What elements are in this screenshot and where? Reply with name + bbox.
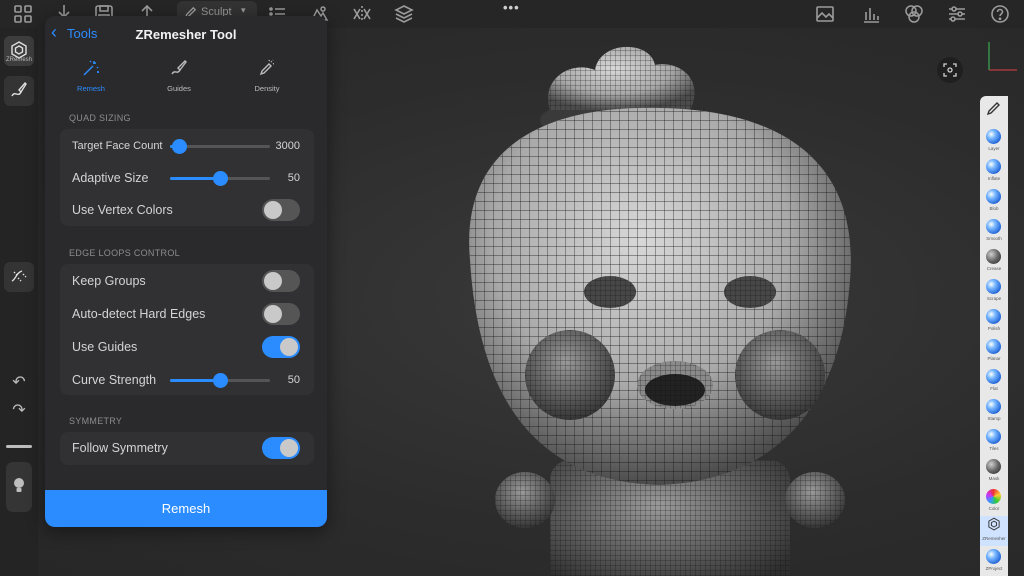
slider-knob[interactable] (213, 171, 228, 186)
curve-strength-value: 50 (287, 374, 300, 386)
grid-icon[interactable] (12, 3, 34, 25)
app-window: Sculpt ▾ ••• ZRemesh ↶ ↷ Layer Inflate B… (0, 0, 1024, 576)
color-wheel-icon[interactable] (903, 3, 925, 25)
target-face-count-label: Target Face Count (72, 140, 163, 152)
3d-mesh-model[interactable] (430, 30, 890, 576)
left-tool-rail: ZRemesh ↶ ↷ (0, 28, 38, 576)
image-icon[interactable] (814, 3, 836, 25)
auto-detect-row: Auto-detect Hard Edges (60, 298, 314, 330)
target-face-count-value: 3000 (275, 140, 300, 152)
help-icon[interactable] (989, 3, 1011, 25)
slider-knob[interactable] (172, 139, 187, 154)
use-guides-label: Use Guides (72, 340, 138, 354)
brush-polish[interactable]: Polish (980, 306, 1008, 336)
tab-guides-label: Guides (167, 84, 191, 93)
more-options[interactable]: ••• (503, 0, 520, 15)
focus-frame-icon (943, 63, 957, 77)
section-symmetry: SYMMETRY (69, 416, 123, 426)
tab-guides[interactable]: Guides (144, 58, 214, 98)
tab-remesh[interactable]: Remesh (56, 58, 126, 98)
target-face-count-slider[interactable] (170, 139, 270, 154)
use-vertex-colors-label: Use Vertex Colors (72, 203, 173, 217)
adaptive-size-value: 50 (287, 172, 300, 184)
guides-pen-icon (171, 60, 187, 75)
brush-blob[interactable]: Blob (980, 186, 1008, 216)
pen-curve-icon (11, 81, 27, 97)
light-button[interactable] (6, 462, 32, 512)
stats-icon[interactable] (860, 3, 882, 25)
undo-icon[interactable]: ↶ (9, 372, 29, 391)
use-guides-toggle[interactable] (262, 336, 300, 358)
guide-curve-icon (11, 270, 27, 282)
brush-stamp[interactable]: Stamp (980, 396, 1008, 426)
section-quad-sizing: QUAD SIZING (69, 113, 131, 123)
brush-smooth[interactable]: Smooth (980, 216, 1008, 246)
follow-symmetry-row: Follow Symmetry (60, 432, 314, 464)
keep-groups-row: Keep Groups (60, 265, 314, 297)
panel-header: ‹ Tools ZRemesher Tool (45, 16, 327, 50)
adaptive-size-slider[interactable] (170, 171, 270, 186)
curve-strength-label: Curve Strength (72, 373, 157, 387)
redo-icon[interactable]: ↷ (9, 400, 29, 419)
symmetry-icon[interactable] (351, 3, 373, 25)
symmetry-group: Follow Symmetry (60, 432, 314, 465)
brush-layer[interactable]: Layer (980, 126, 1008, 156)
brush-scrape[interactable]: Scrape (980, 276, 1008, 306)
brush-crease[interactable]: Crease (980, 246, 1008, 276)
adaptive-size-label: Adaptive Size (72, 171, 149, 185)
zremesher-panel: ‹ Tools ZRemesher Tool Remesh Guides Den… (45, 16, 327, 527)
auto-detect-label: Auto-detect Hard Edges (72, 307, 206, 321)
brush-size-slider[interactable] (6, 445, 32, 448)
remesh-button[interactable]: Remesh (45, 490, 327, 527)
use-guides-row: Use Guides (60, 331, 314, 363)
tab-density[interactable]: Density (232, 58, 302, 98)
curve-strength-slider[interactable] (170, 373, 270, 388)
keep-groups-toggle[interactable] (262, 270, 300, 292)
brush-inflate[interactable]: Inflate (980, 156, 1008, 186)
brush-mask[interactable]: Mask (980, 456, 1008, 486)
density-brush-icon (259, 58, 276, 76)
curve-strength-row: Curve Strength 50 (60, 364, 314, 396)
zremesh-caption: ZRemesh (5, 57, 32, 63)
brush-planar[interactable]: Planar (980, 336, 1008, 366)
panel-title: ZRemesher Tool (135, 27, 237, 42)
sliders-icon[interactable] (946, 3, 968, 25)
brush-palette: Layer Inflate Blob Smooth Crease Scrape … (980, 96, 1008, 576)
edge-loops-group: Keep Groups Auto-detect Hard Edges Use G… (60, 264, 314, 395)
axis-gizmo[interactable] (985, 40, 1019, 74)
slider-knob[interactable] (213, 373, 228, 388)
adaptive-size-row: Adaptive Size 50 (60, 162, 314, 194)
layers-icon[interactable] (393, 3, 415, 25)
auto-detect-toggle[interactable] (262, 303, 300, 325)
use-vertex-colors-toggle[interactable] (262, 199, 300, 221)
follow-symmetry-toggle[interactable] (262, 437, 300, 459)
frame-focus-button[interactable] (937, 57, 963, 83)
magic-wand-icon (83, 60, 99, 76)
brush-zremesher[interactable]: ZRemesher (980, 516, 1008, 546)
use-vertex-colors-row: Use Vertex Colors (60, 194, 314, 226)
target-face-count-row: Target Face Count 3000 (60, 130, 314, 162)
brush-color[interactable]: Color (980, 486, 1008, 516)
tab-remesh-label: Remesh (77, 84, 105, 93)
guides-tool-button[interactable] (4, 262, 34, 292)
quad-sizing-group: Target Face Count 3000 Adaptive Size 50 … (60, 129, 314, 226)
tab-density-label: Density (254, 84, 280, 93)
chevron-down-icon: ▾ (241, 5, 246, 15)
follow-symmetry-label: Follow Symmetry (72, 441, 168, 455)
lightbulb-icon (14, 478, 24, 492)
brush-flat[interactable]: Flat (980, 366, 1008, 396)
draw-tool-button[interactable] (4, 76, 34, 106)
section-edge-loops: EDGE LOOPS CONTROL (69, 248, 180, 258)
brush-zproject[interactable]: ZProject (980, 546, 1008, 576)
brush-tool-icon[interactable] (980, 96, 1008, 126)
keep-groups-label: Keep Groups (72, 274, 146, 288)
brush-tiles[interactable]: Tiles (980, 426, 1008, 456)
